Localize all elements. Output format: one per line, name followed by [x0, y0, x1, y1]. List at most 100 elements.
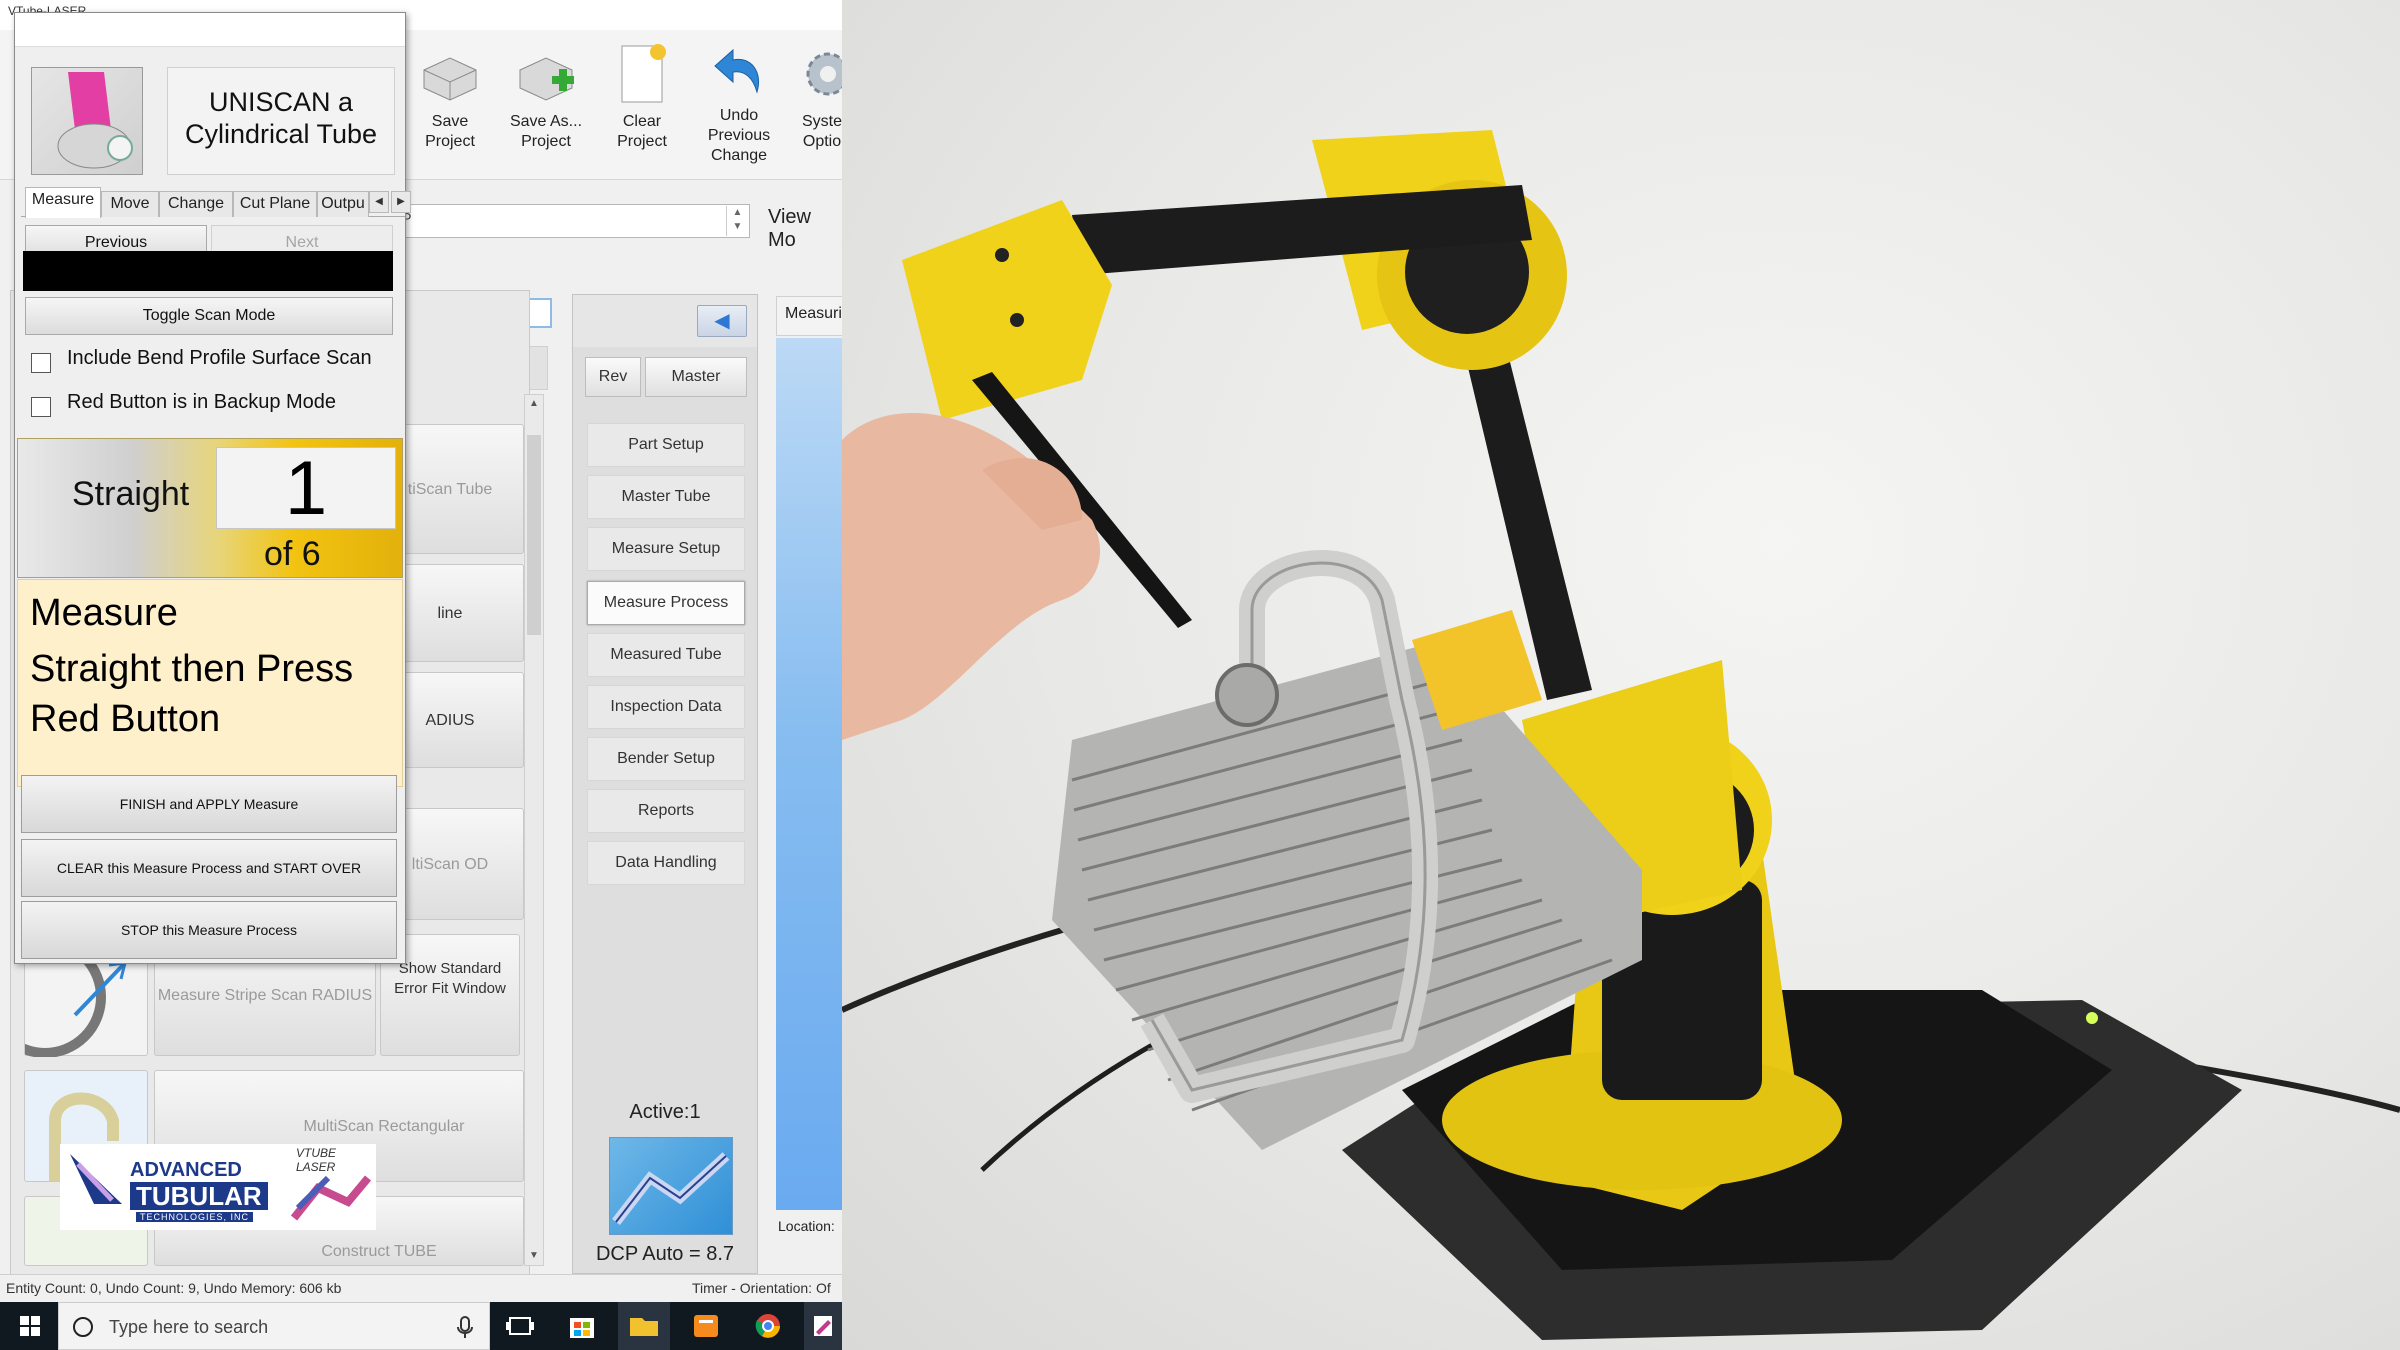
windows-start-button[interactable]: [0, 1302, 58, 1350]
workflow-nav-panel: ◀ Rev Master Part Setup Master Tube Meas…: [572, 294, 758, 1274]
project-combo-box[interactable]: P: [390, 204, 750, 238]
pen-app-icon[interactable]: [804, 1302, 842, 1350]
atc-logo-text-1: ADVANCED: [130, 1159, 242, 1181]
nav-bender-setup[interactable]: Bender Setup: [587, 737, 745, 781]
status-led: [2086, 1012, 2098, 1024]
combo-spinner[interactable]: ▲ ▼: [726, 206, 748, 236]
instruction-line-1: Measure: [30, 592, 178, 634]
instruction-panel: Measure Straight then Press Red Button: [17, 579, 403, 787]
status-timer: Timer - Orientation: Of: [692, 1280, 831, 1296]
save-as-label-2: Project: [521, 133, 571, 150]
atc-logo-text-3: TECHNOLOGIES, INC: [136, 1212, 254, 1222]
system-options-button[interactable]: Syste Optio: [800, 36, 842, 176]
nav-part-setup[interactable]: Part Setup: [587, 423, 745, 467]
atc-swoosh-icon: [70, 1154, 122, 1204]
collapse-arrow-icon[interactable]: ◀: [697, 305, 747, 337]
master-button[interactable]: Master: [645, 357, 747, 397]
system-label-2: Optio: [802, 133, 842, 150]
nav-measured-tube[interactable]: Measured Tube: [587, 633, 745, 677]
nav-reports[interactable]: Reports: [587, 789, 745, 833]
cortana-circle-icon: [73, 1317, 93, 1337]
file-explorer-icon[interactable]: [618, 1302, 670, 1350]
gear-icon: [800, 42, 842, 106]
undo-label-2: Previous: [707, 127, 771, 144]
tab-measure[interactable]: Measure: [25, 187, 101, 218]
atc-logo-text-2: TUBULAR: [130, 1182, 268, 1210]
nav-measure-process[interactable]: Measure Process: [587, 581, 745, 625]
red-button-backup-label: Red Button is in Backup Mode: [67, 391, 337, 413]
measuring-tab[interactable]: Measuri: [776, 296, 842, 336]
tab-cut-plane[interactable]: Cut Plane: [233, 191, 317, 217]
stop-measure-process-button[interactable]: STOP this Measure Process: [21, 901, 397, 959]
active-tube-thumbnail[interactable]: [609, 1137, 733, 1235]
save-as-disk-icon: [514, 42, 578, 106]
popup-title: UNISCAN a Cylindrical Tube: [167, 67, 395, 175]
save-as-project-button[interactable]: Save As... Project: [506, 36, 586, 176]
clear-measure-restart-button[interactable]: CLEAR this Measure Process and START OVE…: [21, 839, 397, 897]
toggle-scan-mode-button[interactable]: Toggle Scan Mode: [25, 297, 393, 335]
taskbar-search-placeholder: Type here to search: [109, 1317, 269, 1337]
tab-move[interactable]: Move: [101, 191, 159, 217]
include-bend-profile-label: Include Bend Profile Surface Scan: [67, 347, 372, 369]
nav-measure-setup[interactable]: Measure Setup: [587, 527, 745, 571]
windows-logo-icon: [20, 1316, 40, 1336]
3d-preview-viewport[interactable]: [776, 338, 842, 1210]
undo-label-1: Undo: [719, 107, 759, 124]
app-orange-icon[interactable]: [680, 1302, 732, 1350]
save-project-button[interactable]: Save Project: [414, 36, 486, 176]
clear-label-1: Clear: [622, 113, 662, 130]
tab-scroll-right-icon[interactable]: ▶: [391, 191, 411, 213]
store-icon[interactable]: [556, 1302, 608, 1350]
system-label-1: Syste: [801, 113, 842, 130]
scroll-down-arrow-icon[interactable]: ▼: [525, 1247, 543, 1265]
microphone-icon[interactable]: [455, 1315, 475, 1339]
uniscan-popup-window: UNISCAN a Cylindrical Tube Measure Move …: [14, 12, 411, 964]
rev-button[interactable]: Rev: [585, 357, 641, 397]
task-view-icon[interactable]: [494, 1302, 546, 1350]
tool-panel-scrollbar[interactable]: ▲ ▼: [524, 394, 544, 1266]
scan-status-bar: [23, 251, 393, 291]
save-as-label-1: Save As...: [509, 113, 583, 130]
windows-taskbar: Type here to search: [0, 1302, 842, 1350]
clear-project-button[interactable]: Clear Project: [606, 36, 678, 176]
finish-apply-measure-button[interactable]: FINISH and APPLY Measure: [21, 775, 397, 833]
red-button-backup-checkbox[interactable]: [31, 397, 51, 417]
straight-count: 1: [216, 447, 396, 530]
elbow-bolt-2: [1010, 313, 1024, 327]
view-mode-label: View Mo: [768, 206, 811, 251]
chrome-icon[interactable]: [742, 1302, 794, 1350]
save-label-2: Project: [425, 133, 475, 150]
popup-title-bar[interactable]: [15, 13, 405, 47]
company-logos: ADVANCED TUBULAR TECHNOLOGIES, INC VTUBE…: [60, 1144, 376, 1230]
elbow-bolt-1: [995, 248, 1009, 262]
tab-scroll-left-icon[interactable]: ◀: [369, 191, 389, 213]
save-label-1: Save: [431, 113, 469, 130]
save-disk-icon: [418, 42, 482, 106]
popup-tab-strip: Measure Move Change Cut Plane Outpu ◀ ▶: [21, 187, 411, 218]
elbow-housing: [902, 200, 1112, 420]
straight-of-total: of 6: [264, 535, 321, 573]
scroll-up-arrow-icon[interactable]: ▲: [525, 395, 543, 413]
undo-label-3: Change: [710, 147, 768, 164]
webcam-video-feed: [842, 0, 2400, 1350]
status-entity-count: Entity Count: 0, Undo Count: 9, Undo Mem…: [6, 1280, 342, 1296]
nav-inspection-data[interactable]: Inspection Data: [587, 685, 745, 729]
scroll-thumb[interactable]: [527, 435, 541, 635]
undo-previous-change-button[interactable]: Undo Previous Change: [696, 36, 782, 176]
location-label: Location:: [778, 1218, 835, 1234]
cylindrical-tube-icon: [31, 67, 143, 175]
tab-change[interactable]: Change: [159, 191, 233, 217]
popup-header: UNISCAN a Cylindrical Tube: [27, 53, 407, 177]
tube-fitting: [1215, 663, 1279, 727]
straight-label: Straight: [72, 475, 190, 513]
nav-data-handling[interactable]: Data Handling: [587, 841, 745, 885]
taskbar-search-box[interactable]: Type here to search: [58, 1302, 490, 1350]
tab-output[interactable]: Outpu: [317, 191, 369, 217]
include-bend-profile-checkbox[interactable]: [31, 353, 51, 373]
vtube-laser-arm-icon: [290, 1175, 372, 1221]
measuring-arm-scene: [842, 130, 2400, 1340]
undo-arrow-icon: [707, 42, 771, 106]
straight-progress-panel: Straight 1 of 6: [17, 438, 403, 578]
nav-master-tube[interactable]: Master Tube: [587, 475, 745, 519]
dcp-auto-label: DCP Auto = 8.7: [595, 1243, 735, 1265]
